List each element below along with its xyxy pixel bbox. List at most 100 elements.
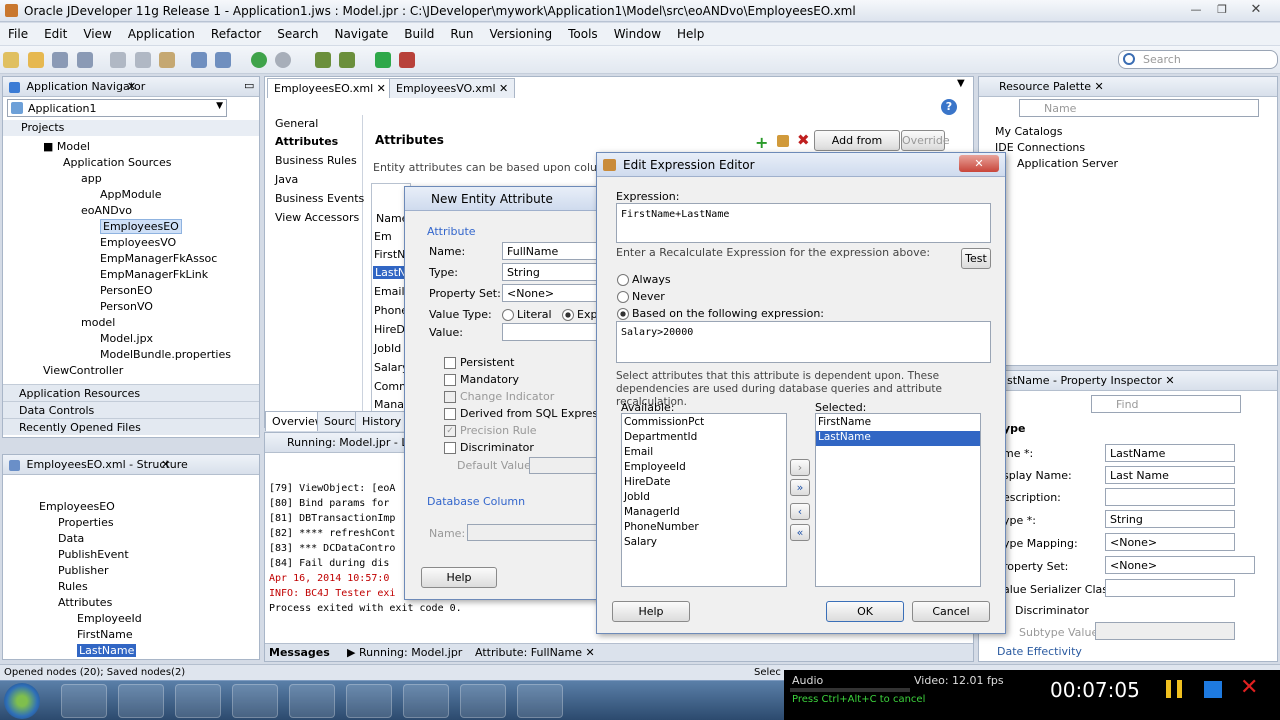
list-item[interactable]: ManagerId xyxy=(622,506,786,521)
application-select[interactable]: Application1 ▼ xyxy=(7,99,227,117)
taskbar-explorer-icon[interactable] xyxy=(118,684,164,718)
tree-node-personvo[interactable]: PersonVO xyxy=(100,300,153,313)
palette-search[interactable]: Name xyxy=(1019,99,1259,117)
minimize-navigator-icon[interactable]: ▭ xyxy=(244,79,254,92)
nav-business-events[interactable]: Business Events xyxy=(275,192,364,205)
menu-window[interactable]: Window xyxy=(606,23,669,41)
tree-node-employeeseo[interactable]: EmployeesEO xyxy=(100,219,182,234)
tree-node-eoandvo[interactable]: eoANDvo xyxy=(81,204,132,217)
move-all-left-button[interactable]: « xyxy=(790,524,810,541)
close-navigator-icon[interactable]: ✕ xyxy=(127,80,136,93)
based-on-expression-radio[interactable] xyxy=(617,308,629,320)
expression-textarea[interactable]: FirstName+LastName xyxy=(616,203,991,243)
attr-type-select[interactable]: String xyxy=(502,263,602,281)
structure-node-data[interactable]: Data xyxy=(58,532,84,545)
attr-name-field[interactable]: FullName xyxy=(502,242,602,260)
forward-icon[interactable] xyxy=(275,52,291,68)
tree-node-empmanagerfklink[interactable]: EmpManagerFkLink xyxy=(100,268,208,281)
persistent-checkbox[interactable] xyxy=(444,357,456,369)
nav-view-accessors[interactable]: View Accessors xyxy=(275,211,359,224)
edit-pencil-icon[interactable] xyxy=(777,135,789,147)
section-application-resources[interactable]: Application Resources xyxy=(3,384,259,401)
menu-tools[interactable]: Tools xyxy=(560,23,606,41)
attr-row-em[interactable]: Em xyxy=(374,230,392,243)
pause-icon[interactable] xyxy=(1166,680,1182,698)
attr-row-phone[interactable]: Phone xyxy=(374,304,408,317)
recalc-expression-textarea[interactable]: Salary>20000 xyxy=(616,321,991,363)
taskbar-jdeveloper-icon[interactable] xyxy=(346,684,392,718)
tree-node-personeo[interactable]: PersonEO xyxy=(100,284,153,297)
list-item[interactable]: LastName xyxy=(816,431,980,446)
section-data-controls[interactable]: Data Controls xyxy=(3,401,259,418)
minimize-button[interactable]: — xyxy=(1184,2,1208,18)
menu-navigate[interactable]: Navigate xyxy=(326,23,396,41)
override-button[interactable]: Override xyxy=(901,130,950,151)
menu-help[interactable]: Help xyxy=(669,23,712,41)
tab-history[interactable]: History xyxy=(355,411,409,431)
run-icon[interactable] xyxy=(374,52,391,68)
close-palette-icon[interactable]: ✕ xyxy=(1095,80,1104,93)
projects-bar[interactable]: Projects xyxy=(3,120,259,136)
nav-attributes[interactable]: Attributes xyxy=(275,135,338,148)
tree-node-empmanagerfkassoc[interactable]: EmpManagerFkAssoc xyxy=(100,252,217,265)
palette-ide-connections[interactable]: IDE Connections xyxy=(995,141,1085,154)
tree-node-model[interactable]: ■ Model xyxy=(43,140,90,153)
delete-icon[interactable]: ✖ xyxy=(797,131,810,149)
tab-attribute-fullname[interactable]: Attribute: FullName ✕ xyxy=(475,646,595,659)
taskbar-ie-icon[interactable] xyxy=(61,684,107,718)
tab-running-model[interactable]: ▶ Running: Model.jpr xyxy=(347,646,462,659)
close-recorder-icon[interactable]: ✕ xyxy=(1240,675,1258,700)
literal-radio[interactable] xyxy=(502,309,514,321)
tree-node-model-jpx[interactable]: Model.jpx xyxy=(100,332,153,345)
new-icon[interactable] xyxy=(3,52,19,68)
tree-node-viewcontroller[interactable]: ViewController xyxy=(43,364,123,377)
prop-name[interactable]: LastName xyxy=(1105,444,1235,462)
prop-type[interactable]: String xyxy=(1105,510,1235,528)
structure-node-employeeid[interactable]: EmployeeId xyxy=(77,612,142,625)
attr-row-email[interactable]: Email xyxy=(374,285,405,298)
add-icon[interactable]: + xyxy=(755,133,768,152)
make-icon[interactable] xyxy=(314,52,331,68)
precision-rule-checkbox[interactable]: ✓ xyxy=(444,425,456,437)
prop-value-serializer[interactable] xyxy=(1105,579,1235,597)
tree-node-app[interactable]: app xyxy=(81,172,102,185)
structure-node-rules[interactable]: Rules xyxy=(58,580,88,593)
tree-node-app-sources[interactable]: Application Sources xyxy=(63,156,171,169)
never-radio[interactable] xyxy=(617,291,629,303)
nav-business-rules[interactable]: Business Rules xyxy=(275,154,357,167)
taskbar-chrome-icon[interactable] xyxy=(403,684,449,718)
taskbar-media-icon[interactable] xyxy=(232,684,278,718)
selected-list[interactable]: FirstName LastName xyxy=(815,413,981,587)
maximize-button[interactable]: ❐ xyxy=(1210,2,1234,18)
new-attr-help-button[interactable]: Help xyxy=(421,567,497,588)
prop-description[interactable] xyxy=(1105,488,1235,506)
menu-search[interactable]: Search xyxy=(269,23,326,41)
list-item[interactable]: FirstName xyxy=(816,416,980,431)
tab-messages[interactable]: Messages xyxy=(269,646,330,659)
menu-versioning[interactable]: Versioning xyxy=(481,23,560,41)
structure-node-attributes[interactable]: Attributes xyxy=(58,596,112,609)
move-left-button[interactable]: ‹ xyxy=(790,503,810,520)
taskbar-database-icon[interactable] xyxy=(460,684,506,718)
search-input[interactable]: Search xyxy=(1118,50,1278,69)
tree-node-employeesvo[interactable]: EmployeesVO xyxy=(100,236,176,249)
menu-build[interactable]: Build xyxy=(396,23,442,41)
structure-node-publisher[interactable]: Publisher xyxy=(58,564,109,577)
db-column-name-field[interactable] xyxy=(467,524,602,541)
list-item[interactable]: DepartmentId xyxy=(622,431,786,446)
taskbar-firefox-icon[interactable] xyxy=(517,684,563,718)
list-item[interactable]: Email xyxy=(622,446,786,461)
nav-general[interactable]: General xyxy=(275,117,318,130)
tree-node-modelbundle[interactable]: ModelBundle.properties xyxy=(100,348,231,361)
inspector-find[interactable]: Find xyxy=(1091,395,1241,413)
tree-node-appmodule[interactable]: AppModule xyxy=(100,188,162,201)
menu-refactor[interactable]: Refactor xyxy=(203,23,269,41)
copy-icon[interactable] xyxy=(134,52,151,68)
cut-icon[interactable] xyxy=(110,52,126,68)
add-from-table-button[interactable]: Add from Table... xyxy=(814,130,900,166)
list-item[interactable]: HireDate xyxy=(622,476,786,491)
attr-row-jobid[interactable]: JobId xyxy=(374,342,401,355)
structure-node-properties[interactable]: Properties xyxy=(58,516,114,529)
derived-sql-checkbox[interactable] xyxy=(444,408,456,420)
paste-icon[interactable] xyxy=(159,52,175,68)
